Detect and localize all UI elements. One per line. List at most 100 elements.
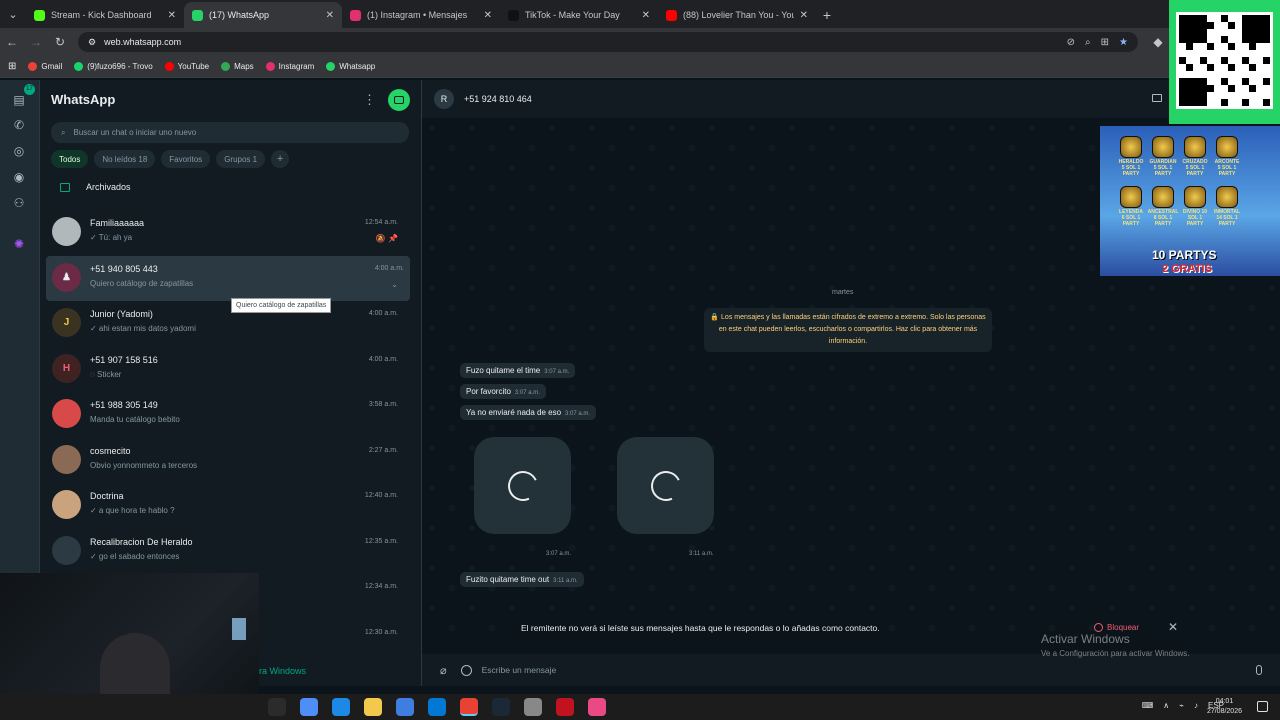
volume-icon[interactable]: ♪	[1194, 701, 1198, 710]
forward-icon[interactable]: →	[24, 35, 48, 49]
tab-close-icon[interactable]: ✕	[484, 10, 492, 21]
taskbar-app-icon[interactable]	[396, 698, 414, 716]
media-message[interactable]	[474, 437, 571, 534]
tab-title: Stream - Kick Dashboard	[51, 10, 152, 20]
address-bar[interactable]: ⚙ web.whatsapp.com ⊘ ⌕ ⊞ ★	[78, 32, 1138, 52]
browser-tab[interactable]: (17) WhatsApp ✕	[184, 2, 342, 28]
filter-chip[interactable]: Todos	[51, 150, 89, 168]
bookmark-item[interactable]: Gmail	[28, 62, 62, 71]
taskbar-app-icon[interactable]	[332, 698, 350, 716]
qr-module	[1249, 71, 1256, 78]
filter-chip[interactable]: Grupos 1	[216, 150, 266, 168]
qr-module	[1242, 78, 1249, 85]
emoji-icon[interactable]	[460, 664, 472, 676]
taskbar-app-icon[interactable]	[428, 698, 446, 716]
chats-icon[interactable]: ▤	[11, 92, 27, 108]
communities-icon[interactable]: ⚇	[11, 195, 27, 211]
taskbar-app-icon[interactable]	[588, 698, 606, 716]
qr-module	[1249, 50, 1256, 57]
reload-icon[interactable]: ↻	[48, 35, 72, 49]
notifications-icon[interactable]	[1257, 701, 1268, 712]
attach-icon[interactable]: ⌀	[440, 664, 447, 677]
bookmark-star-icon[interactable]: ★	[1119, 37, 1128, 48]
chat-row[interactable]: +51 988 305 149 Manda tu catálogo bebito 3…	[40, 392, 410, 438]
site-info-icon[interactable]: ⚙	[88, 37, 96, 48]
microphone-icon[interactable]	[1256, 665, 1262, 675]
browser-tab[interactable]: (1) Instagram • Mensajes ✕	[342, 2, 500, 28]
tab-close-icon[interactable]: ✕	[326, 10, 334, 21]
new-tab-button[interactable]: +	[816, 2, 838, 28]
chat-time: 12:34 a.m.	[364, 583, 398, 590]
chat-row[interactable]: ♟ +51 940 805 443 Quiero catálogo de zapat…	[46, 255, 410, 301]
chat-options-chevron-icon[interactable]: ⌄	[391, 280, 398, 289]
qr-module	[1256, 29, 1263, 36]
taskbar-app-icon[interactable]	[300, 698, 318, 716]
archived-row[interactable]: Archivados	[60, 182, 131, 192]
browser-tab[interactable]: (88) Lovelier Than You - YouTube ✕	[658, 2, 816, 28]
chat-row[interactable]: H +51 907 158 516 ◌ Sticker 4:00 a.m.	[40, 347, 410, 393]
bookmark-label: YouTube	[177, 62, 210, 71]
filter-chip[interactable]: Favoritos	[161, 150, 211, 168]
search-input[interactable]: ⌕ Buscar un chat o iniciar uno nuevo	[51, 122, 409, 143]
channels-icon[interactable]: ◉	[11, 169, 27, 185]
calls-icon[interactable]: ✆	[11, 117, 27, 133]
camera-blocked-icon[interactable]: ⊘	[1067, 37, 1075, 48]
back-icon[interactable]: ←	[0, 35, 24, 49]
bookmark-item[interactable]: Maps	[221, 62, 254, 71]
avatar	[52, 490, 81, 519]
tab-close-icon[interactable]: ✕	[168, 10, 176, 21]
bookmark-item[interactable]: YouTube	[164, 62, 210, 71]
encryption-notice[interactable]: 🔒 Los mensajes y las llamadas están cifr…	[704, 308, 992, 352]
taskbar-app-icon[interactable]	[364, 698, 382, 716]
keyboard-icon[interactable]: ⌨	[1142, 701, 1154, 710]
tray-chevron-icon[interactable]: ∧	[1163, 701, 1169, 710]
chat-row[interactable]: Recalibracion De Heraldo ✓ go el sabado e…	[40, 529, 410, 575]
network-icon[interactable]: ⌁	[1179, 701, 1184, 710]
clock[interactable]: 04:01 27/08/2026	[1207, 697, 1242, 717]
taskbar-app-icon[interactable]	[556, 698, 574, 716]
contact-avatar[interactable]: R	[434, 89, 454, 109]
install-app-icon[interactable]: ⊞	[1101, 37, 1109, 48]
rank-badge: HERALDO 5 SOL 1 PARTY	[1118, 136, 1144, 182]
menu-icon[interactable]: ⋮	[363, 92, 376, 108]
browser-tab[interactable]: TikTok - Make Your Day ✕	[500, 2, 658, 28]
message-input[interactable]: Escribe un mensaje	[482, 665, 1256, 675]
new-chat-button[interactable]	[388, 89, 410, 111]
qr-module	[1186, 78, 1193, 85]
tab-close-icon[interactable]: ✕	[800, 10, 808, 21]
taskbar-app-icon[interactable]	[460, 698, 478, 716]
add-filter-button[interactable]: +	[271, 150, 290, 168]
taskbar-app-icon[interactable]	[268, 698, 286, 716]
media-message[interactable]	[617, 437, 714, 534]
tab-close-icon[interactable]: ✕	[642, 10, 650, 21]
bookmark-item[interactable]: (9)fuzo696 - Trovo	[74, 62, 153, 71]
block-button[interactable]: Bloquear	[1094, 623, 1139, 632]
status-icon[interactable]: ◎	[11, 143, 27, 159]
bookmark-item[interactable]: Instagram	[265, 62, 314, 71]
tab-search-icon[interactable]: ⌄	[0, 0, 26, 28]
apps-grid-icon[interactable]: ⊞	[8, 61, 16, 72]
qr-module	[1256, 99, 1263, 106]
chat-row[interactable]: cosmecito Obvio yonnommeto a terceros 2:27…	[40, 438, 410, 484]
meta-ai-icon[interactable]: ✺	[11, 236, 27, 252]
taskbar-app-icon[interactable]	[492, 698, 510, 716]
filter-chip[interactable]: No leídos 18	[94, 150, 156, 168]
chat-row[interactable]: Familiaaaaaa ✓ Tú: ah ya 12:54 a.m. 🔕 📌	[40, 210, 410, 256]
chat-row[interactable]: J Junior (Yadomi) ✓ ahi estan mis datos ya…	[40, 301, 410, 347]
chat-time: 4:00 a.m.	[368, 355, 398, 363]
chat-preview: ◌ Sticker	[90, 369, 122, 379]
qr-module	[1249, 99, 1256, 106]
browser-tab[interactable]: Stream - Kick Dashboard ✕	[26, 2, 184, 28]
qr-module	[1242, 36, 1249, 43]
chat-name: +51 988 305 149	[90, 400, 158, 410]
rank-emblem-icon	[1184, 186, 1206, 208]
zoom-icon[interactable]: ⌕	[1085, 37, 1091, 48]
chat-row[interactable]: Doctrina ✓ a que hora te hablo ? 12:40 a.m…	[40, 483, 410, 529]
contact-name[interactable]: +51 924 810 464	[464, 94, 532, 104]
video-call-icon[interactable]	[1152, 94, 1162, 102]
bookmark-item[interactable]: Whatsapp	[326, 62, 375, 71]
extension-icon[interactable]: ◆	[1146, 35, 1170, 49]
chat-time: 12:40 a.m.	[364, 492, 398, 499]
taskbar-app-icon[interactable]	[524, 698, 542, 716]
conversation-header[interactable]: R +51 924 810 464	[422, 80, 1280, 118]
